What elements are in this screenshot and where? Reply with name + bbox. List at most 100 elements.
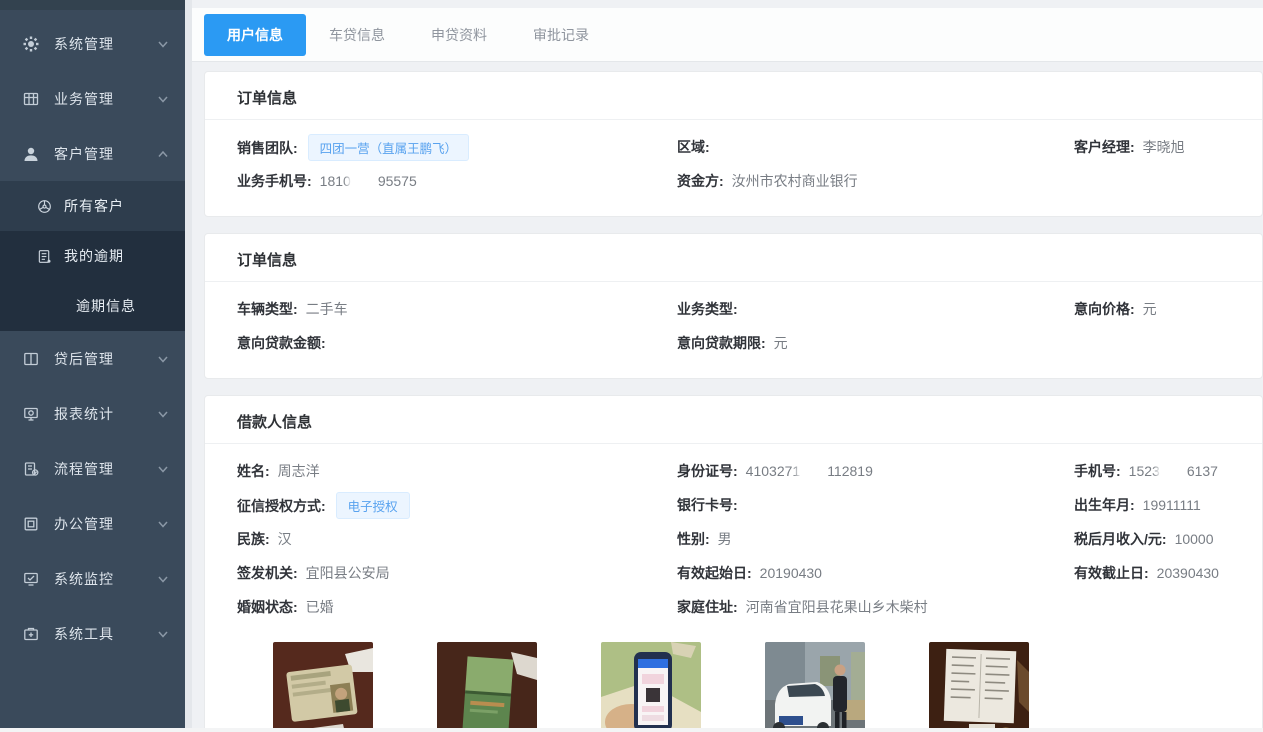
document-photos: 身份证 xyxy=(237,624,1230,732)
tab-approval-records[interactable]: 审批记录 xyxy=(510,14,612,56)
order-info-card: 订单信息 销售团队:四团一营（直属王鹏飞） 区域: 客户经理:李晓旭 业务手机号… xyxy=(204,71,1263,217)
field-funding-party: 资金方:汝州市农村商业银行 xyxy=(677,171,1074,191)
sidebar-item-process-management[interactable]: 流程管理 xyxy=(0,441,185,496)
field-ethnicity: 民族:汉 xyxy=(237,529,677,549)
customer-submenu: 所有客户 我的逾期 逾期信息 xyxy=(0,181,185,331)
sidebar-item-system-monitor[interactable]: 系统监控 xyxy=(0,551,185,606)
toolbox-icon xyxy=(22,625,40,643)
field-region: 区域: xyxy=(677,137,1074,157)
book-icon xyxy=(22,350,40,368)
photo-person-with-car[interactable]: 人车合影 xyxy=(765,642,865,732)
customers-wheel-icon xyxy=(36,198,52,214)
chevron-down-icon xyxy=(157,38,169,50)
tab-user-info[interactable]: 用户信息 xyxy=(204,14,306,56)
window-bottom-edge xyxy=(0,728,1263,732)
field-vehicle-type: 车辆类型:二手车 xyxy=(237,299,677,319)
chevron-down-icon xyxy=(157,353,169,365)
office-icon xyxy=(22,515,40,533)
sidebar-item-label: 贷后管理 xyxy=(54,349,157,369)
redaction-blur xyxy=(351,175,378,188)
field-mobile: 手机号:15236137 xyxy=(1074,461,1230,481)
sidebar-item-label: 系统管理 xyxy=(54,34,157,54)
field-birth-date: 出生年月:19911111 xyxy=(1074,495,1230,515)
field-row: 姓名:周志洋 身份证号:4103271112819 手机号:15236137 xyxy=(237,454,1230,488)
field-monthly-income: 税后月收入/元:10000 xyxy=(1074,529,1230,549)
credit-auth-tag: 电子授权 xyxy=(336,492,410,519)
field-intended-loan-amount: 意向贷款金额: xyxy=(237,333,677,353)
tab-loan-application-docs[interactable]: 申贷资料 xyxy=(408,14,510,56)
chevron-down-icon xyxy=(157,408,169,420)
field-name: 姓名:周志洋 xyxy=(237,461,677,481)
workflow-icon xyxy=(22,460,40,478)
field-row: 车辆类型:二手车 业务类型: 意向价格:元 xyxy=(237,292,1230,326)
loan-intent-card: 订单信息 车辆类型:二手车 业务类型: 意向价格:元 意向贷款金额: xyxy=(204,233,1263,379)
sidebar-item-all-customers[interactable]: 所有客户 xyxy=(0,181,185,231)
photo-id-card[interactable]: 身份证 xyxy=(273,642,373,732)
report-monitor-icon xyxy=(22,405,40,423)
field-marital-status: 婚姻状态:已婚 xyxy=(237,597,677,617)
sidebar-item-system-management[interactable]: 系统管理 xyxy=(0,16,185,71)
field-row: 婚姻状态:已婚 家庭住址:河南省宜阳县花果山乡木柴村 xyxy=(237,590,1230,624)
field-row: 意向贷款金额: 意向贷款期限:元 xyxy=(237,326,1230,360)
field-sales-team: 销售团队:四团一营（直属王鹏飞） xyxy=(237,134,677,161)
detail-tabbar: 用户信息 车贷信息 申贷资料 审批记录 xyxy=(192,8,1263,62)
card-title: 订单信息 xyxy=(205,72,1262,120)
sidebar-item-label: 客户管理 xyxy=(54,144,157,164)
sidebar-item-label: 报表统计 xyxy=(54,404,157,424)
field-id-number: 身份证号:4103271112819 xyxy=(677,461,1074,481)
overdue-list-icon xyxy=(36,248,52,264)
field-bank-card: 银行卡号: xyxy=(677,495,1074,515)
grid-icon xyxy=(22,90,40,108)
field-row: 民族:汉 性别:男 税后月收入/元:10000 xyxy=(237,522,1230,556)
field-home-address: 家庭住址:河南省宜阳县花果山乡木柴村 xyxy=(677,597,1074,617)
redaction-blur xyxy=(1160,465,1187,478)
sidebar-item-office-management[interactable]: 办公管理 xyxy=(0,496,185,551)
borrower-info-card: 借款人信息 姓名:周志洋 身份证号:4103271112819 手机号:1523… xyxy=(204,395,1263,732)
sidebar-menu: 系统管理 业务管理 客户管理 xyxy=(0,10,185,661)
card-title: 订单信息 xyxy=(205,234,1262,282)
field-business-phone: 业务手机号:181095575 xyxy=(237,171,677,191)
user-icon xyxy=(22,145,40,163)
chevron-up-icon xyxy=(157,148,169,160)
sidebar-content-divider xyxy=(185,0,192,732)
chevron-down-icon xyxy=(157,518,169,530)
field-intended-price: 意向价格:元 xyxy=(1074,299,1230,319)
sidebar-item-label: 我的逾期 xyxy=(64,246,124,266)
sidebar-item-label: 流程管理 xyxy=(54,459,157,479)
sales-team-tag: 四团一营（直属王鹏飞） xyxy=(308,134,470,161)
field-row: 征信授权方式:电子授权 银行卡号: 出生年月:19911111 xyxy=(237,488,1230,522)
gear-icon xyxy=(22,35,40,53)
sidebar-item-overdue-info[interactable]: 逾期信息 xyxy=(0,281,185,331)
field-row: 签发机关:宜阳县公安局 有效起始日:20190430 有效截止日:2039043… xyxy=(237,556,1230,590)
field-credit-auth-method: 征信授权方式:电子授权 xyxy=(237,492,677,519)
sidebar-item-postloan-management[interactable]: 贷后管理 xyxy=(0,331,185,386)
field-row: 业务手机号:181095575 资金方:汝州市农村商业银行 xyxy=(237,164,1230,198)
monitor-check-icon xyxy=(22,570,40,588)
field-account-manager: 客户经理:李晓旭 xyxy=(1074,137,1230,157)
sidebar: 系统管理 业务管理 客户管理 xyxy=(0,0,185,732)
field-gender: 性别:男 xyxy=(677,529,1074,549)
chevron-down-icon xyxy=(157,573,169,585)
field-intended-loan-term: 意向贷款期限:元 xyxy=(677,333,1074,353)
sidebar-item-my-overdue[interactable]: 我的逾期 xyxy=(0,231,185,281)
field-issuing-authority: 签发机关:宜阳县公安局 xyxy=(237,563,677,583)
card-title: 借款人信息 xyxy=(205,396,1262,444)
photo-driver-license[interactable]: 驾驶证副页 xyxy=(437,642,537,732)
field-business-type: 业务类型: xyxy=(677,299,1074,319)
sidebar-item-system-tools[interactable]: 系统工具 xyxy=(0,606,185,661)
tab-car-loan-info[interactable]: 车贷信息 xyxy=(306,14,408,56)
sidebar-item-label: 业务管理 xyxy=(54,89,157,109)
chevron-down-icon xyxy=(157,93,169,105)
sidebar-top-shade xyxy=(0,0,185,10)
photo-handwritten-document[interactable]: 其他资料 xyxy=(929,642,1029,732)
sidebar-item-business-management[interactable]: 业务管理 xyxy=(0,71,185,126)
sidebar-item-report-statistics[interactable]: 报表统计 xyxy=(0,386,185,441)
field-valid-to: 有效截止日:20390430 xyxy=(1074,563,1230,583)
chevron-down-icon xyxy=(157,628,169,640)
photo-credit-auth-qr[interactable]: 征信授权 xyxy=(601,642,701,732)
sidebar-item-label: 逾期信息 xyxy=(76,296,136,316)
sidebar-item-customer-management[interactable]: 客户管理 xyxy=(0,126,185,181)
app-window: 系统管理 业务管理 客户管理 xyxy=(0,0,1263,732)
redaction-blur xyxy=(800,465,827,478)
field-row: 销售团队:四团一营（直属王鹏飞） 区域: 客户经理:李晓旭 xyxy=(237,130,1230,164)
